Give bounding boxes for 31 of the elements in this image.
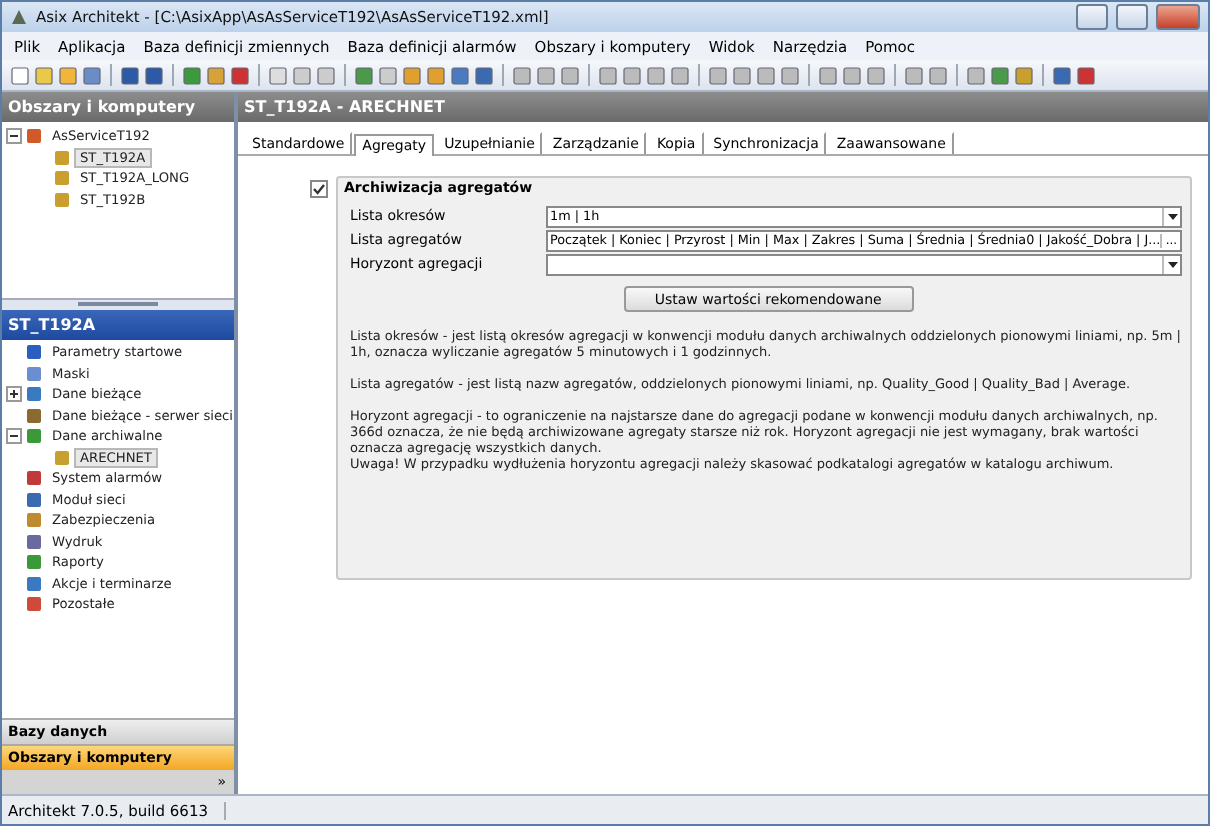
expand-icon[interactable] (6, 386, 22, 403)
node-icon (26, 386, 42, 403)
node-icon (26, 533, 42, 550)
node-icon (54, 149, 70, 166)
node-icon (26, 575, 42, 592)
node-icon (54, 449, 70, 466)
node-icon (26, 491, 42, 508)
node-icon (26, 554, 42, 571)
node-icon (54, 170, 70, 187)
close-button[interactable] (1156, 4, 1200, 30)
node-icon (26, 128, 42, 145)
dropdown-icon[interactable] (1167, 213, 1178, 219)
dropdown-icon[interactable] (1167, 261, 1178, 267)
checkbox[interactable] (310, 180, 328, 198)
node-icon (54, 191, 70, 208)
panel-header: Obszary i komputery (2, 92, 234, 122)
collapse-icon[interactable] (6, 428, 22, 445)
node-icon (26, 365, 42, 382)
content-header: ST_T192A - ARECHNET (238, 92, 1208, 122)
maximize-button[interactable] (1116, 4, 1148, 30)
section-header: ST_T192A (2, 310, 234, 340)
minimize-button[interactable] (1076, 4, 1108, 30)
node-icon (26, 407, 42, 424)
node-icon (26, 512, 42, 529)
collapse-icon[interactable] (6, 128, 22, 145)
input-field[interactable] (546, 253, 1183, 275)
app-icon (10, 8, 28, 26)
node-icon (26, 428, 42, 445)
node-icon (26, 344, 42, 361)
node-icon (26, 470, 42, 487)
node-icon (26, 596, 42, 613)
